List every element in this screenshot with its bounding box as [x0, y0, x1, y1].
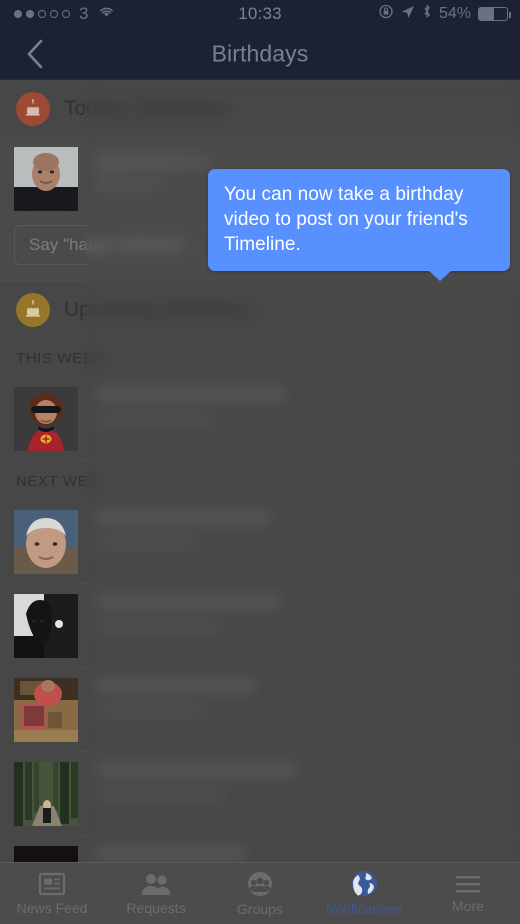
battery-icon: [478, 7, 511, 21]
list-item-text-redacted: [78, 387, 520, 426]
tab-label: Groups: [237, 900, 283, 917]
section-title-today: Today's Birthdays: [64, 97, 228, 120]
avatar[interactable]: [14, 387, 78, 451]
list-item-text-redacted: [78, 594, 520, 633]
globe-notifications-icon: [351, 871, 377, 896]
status-bar-right: 54%: [379, 4, 511, 24]
avatar[interactable]: [14, 762, 78, 826]
list-item[interactable]: [0, 668, 520, 752]
section-header-upcoming: Upcoming Birthdays: [0, 282, 520, 338]
tab-groups[interactable]: Groups: [208, 863, 312, 924]
avatar[interactable]: [14, 594, 78, 658]
tab-notifications[interactable]: Notifications: [312, 863, 416, 924]
news-feed-icon: [38, 872, 66, 895]
avatar[interactable]: [14, 510, 78, 574]
page-title: Birthdays: [211, 40, 309, 66]
list-item-text-redacted: [78, 762, 520, 801]
list-item-text-redacted: [78, 846, 520, 861]
location-arrow-icon: [401, 5, 415, 24]
bluetooth-icon: [422, 4, 432, 24]
tooltip-text: You can now take a birthday video to pos…: [224, 184, 468, 255]
status-bar: 3 10:33 54%: [0, 0, 520, 28]
birthday-cake-icon: [16, 92, 50, 126]
hamburger-more-icon: [456, 875, 480, 892]
group-label-next-week: NEXT WEE: [16, 473, 99, 490]
tab-more[interactable]: More: [416, 863, 520, 924]
tab-label: News Feed: [16, 899, 88, 916]
battery-percent: 54%: [438, 5, 471, 22]
section-title-upcoming: Upcoming Birthdays: [64, 298, 252, 321]
avatar[interactable]: [14, 678, 78, 742]
list-item[interactable]: [0, 752, 520, 836]
phone-screen: 3 10:33 54% Birthdays Today's Birthdays …: [0, 0, 520, 924]
tab-bar: News Feed Requests Groups Notifications …: [0, 862, 520, 924]
tab-label: More: [452, 897, 484, 914]
tab-requests[interactable]: Requests: [104, 863, 208, 924]
list-item[interactable]: [0, 377, 520, 461]
avatar[interactable]: [14, 147, 78, 211]
list-item-text-redacted: [78, 510, 520, 549]
nav-bar: Birthdays: [0, 28, 520, 80]
list-item-text-redacted: [78, 678, 520, 717]
friend-requests-icon: [142, 873, 170, 895]
groups-icon: [248, 871, 272, 896]
rotation-lock-icon: [379, 4, 394, 24]
list-item[interactable]: [0, 584, 520, 668]
tab-label: Notifications: [325, 901, 403, 917]
tab-label: Requests: [126, 899, 186, 916]
list-item[interactable]: [0, 500, 520, 584]
birthday-video-tooltip[interactable]: You can now take a birthday video to pos…: [208, 169, 510, 281]
section-header-today: Today's Birthdays: [0, 81, 520, 137]
tooltip-arrow: [428, 270, 452, 281]
tab-news-feed[interactable]: News Feed: [0, 863, 104, 924]
group-label-this-week: THIS WEEK: [16, 350, 104, 367]
birthday-cake-icon: [16, 293, 50, 327]
